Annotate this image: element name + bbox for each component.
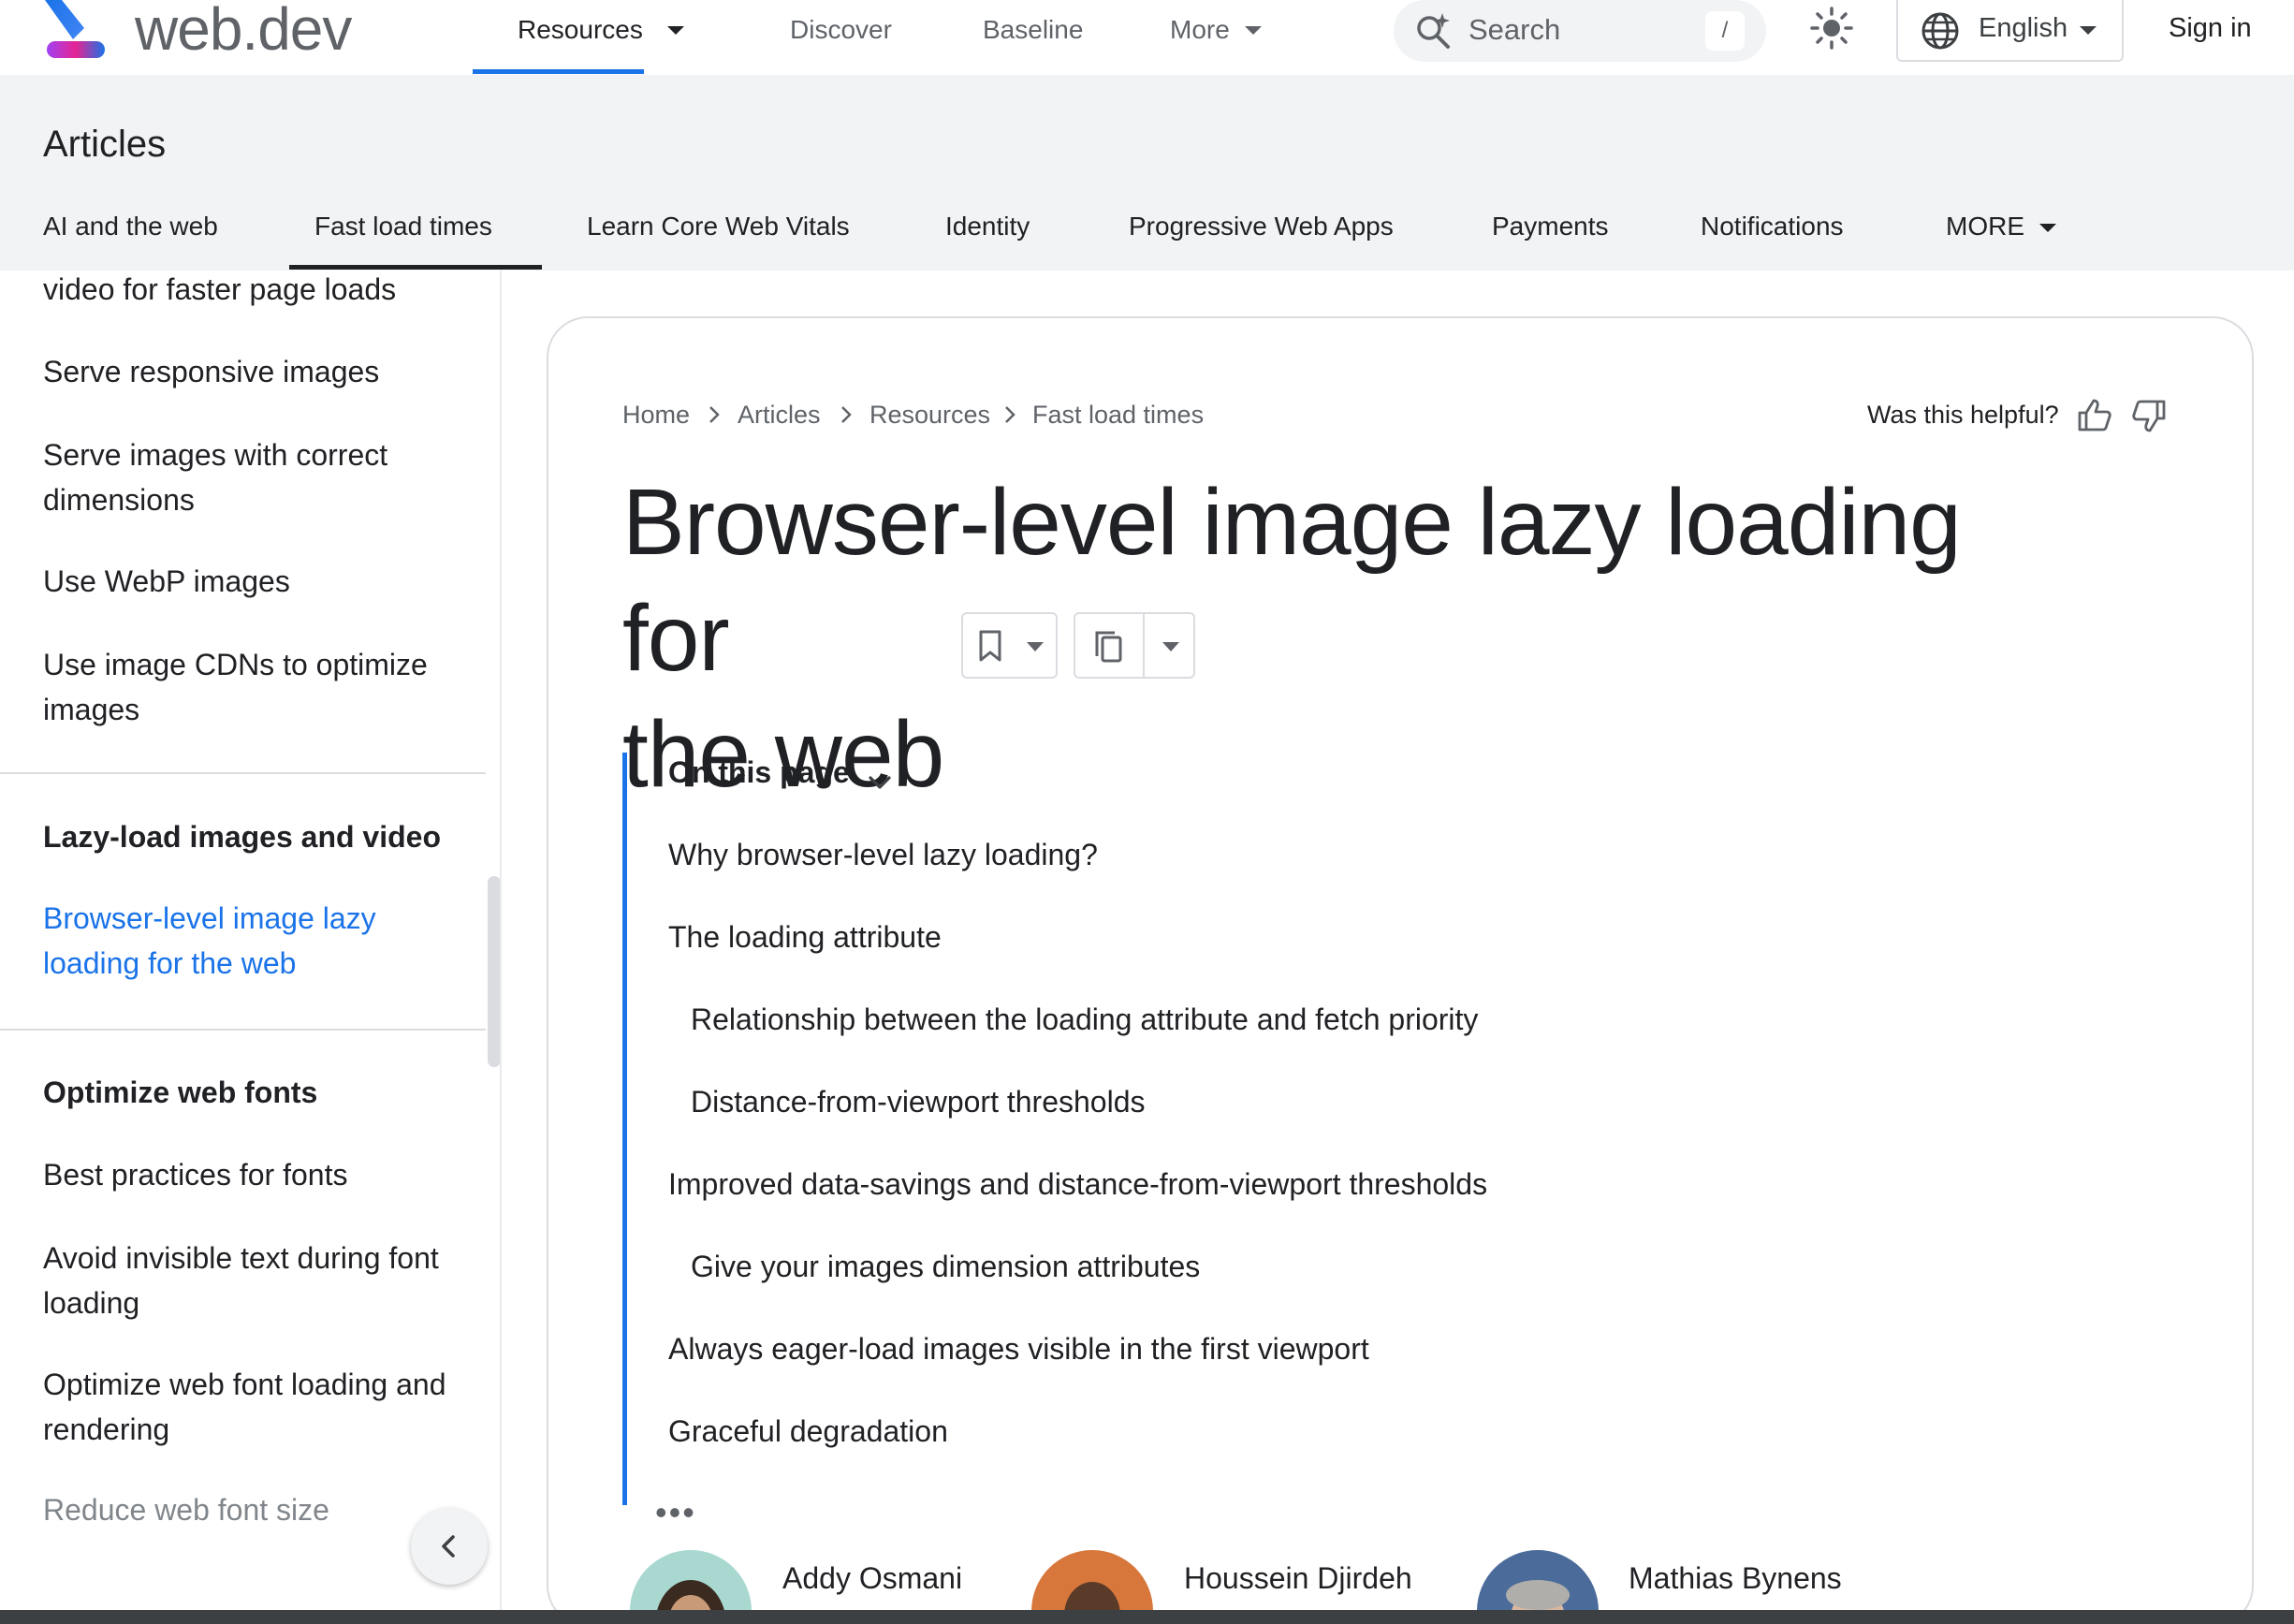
sidebar-item-image-cdns[interactable]: Use image CDNs to optimize images xyxy=(43,642,474,732)
top-header: web.dev Resources Discover Baseline More… xyxy=(0,0,2294,75)
toc-item-graceful-degradation[interactable]: Graceful degradation xyxy=(668,1414,948,1449)
sun-icon[interactable] xyxy=(1809,6,1854,51)
sidebar-item-font-loading[interactable]: Optimize web font loading and rendering xyxy=(43,1362,474,1452)
sidebar-item-webp-images[interactable]: Use WebP images xyxy=(43,559,474,604)
tab-ai-and-the-web[interactable]: AI and the web xyxy=(43,212,218,262)
section-title[interactable]: Articles xyxy=(43,124,166,166)
sidebar-scrollbar[interactable] xyxy=(488,876,500,1067)
tab-active-indicator xyxy=(289,265,542,270)
window-bottom-edge xyxy=(0,1610,2294,1624)
nav-more[interactable]: More xyxy=(1170,0,1262,60)
author-name-addy[interactable]: Addy Osmani xyxy=(782,1561,962,1596)
sidebar-item-browser-lazy-loading[interactable]: Browser-level image lazy loading for the… xyxy=(43,896,474,986)
breadcrumb-home[interactable]: Home xyxy=(622,401,690,430)
caret-down-icon[interactable] xyxy=(1162,642,1179,651)
tab-identity[interactable]: Identity xyxy=(945,212,1030,262)
language-selector[interactable]: English xyxy=(1896,0,2124,62)
search-bar[interactable]: Search / xyxy=(1394,0,1766,62)
site-logo[interactable] xyxy=(41,0,107,60)
sign-in-link[interactable]: Sign in xyxy=(2169,13,2252,44)
collapse-sidebar-button[interactable] xyxy=(411,1508,488,1585)
toc-item-data-savings[interactable]: Improved data-savings and distance-from-… xyxy=(668,1167,1487,1202)
nav-active-indicator xyxy=(473,69,644,74)
sidebar-divider xyxy=(0,1029,486,1031)
author-name-mathias[interactable]: Mathias Bynens xyxy=(1629,1561,1842,1596)
helpful-question: Was this helpful? xyxy=(1867,401,2059,429)
chevron-left-icon xyxy=(442,1535,455,1558)
sidebar-item-font-best-practices[interactable]: Best practices for fonts xyxy=(43,1152,474,1197)
chevron-right-icon xyxy=(1005,406,1015,423)
chevron-right-icon xyxy=(709,406,720,423)
thumb-down-icon[interactable] xyxy=(2130,397,2168,434)
copy-button[interactable] xyxy=(1074,612,1195,679)
section-header: Articles AI and the web Fast load times … xyxy=(0,75,2294,271)
tab-more[interactable]: MORE xyxy=(1946,212,2056,262)
bookmark-button[interactable] xyxy=(961,612,1058,679)
toc-accent-bar xyxy=(622,753,627,1505)
language-label: English xyxy=(1979,13,2068,43)
toc-item-dimension-attributes[interactable]: Give your images dimension attributes xyxy=(691,1250,1200,1284)
sidebar-divider xyxy=(0,772,486,774)
chevron-down-icon xyxy=(2039,224,2056,233)
nav-resources-label: Resources xyxy=(518,15,643,44)
tab-progressive-web-apps[interactable]: Progressive Web Apps xyxy=(1129,212,1394,262)
toc-more-icon[interactable]: ••• xyxy=(655,1493,696,1532)
sidebar-heading-lazy-load[interactable]: Lazy-load images and video xyxy=(43,814,483,859)
author-name-houssein[interactable]: Houssein Djirdeh xyxy=(1184,1561,1412,1596)
nav-discover[interactable]: Discover xyxy=(790,0,892,60)
nav-resources[interactable]: Resources xyxy=(518,0,684,60)
web-dev-logo-icon xyxy=(45,0,105,58)
caret-down-icon xyxy=(1027,642,1044,651)
toc-item-distance-thresholds[interactable]: Distance-from-viewport thresholds xyxy=(691,1085,1146,1119)
chevron-right-icon xyxy=(841,406,852,423)
sidebar-heading-web-fonts[interactable]: Optimize web fonts xyxy=(43,1070,483,1115)
toc-item-why-lazy-loading[interactable]: Why browser-level lazy loading? xyxy=(668,838,1098,872)
toc-item-eager-load[interactable]: Always eager-load images visible in the … xyxy=(668,1332,1369,1367)
chevron-down-icon xyxy=(1244,25,1262,35)
toc-heading[interactable]: On this page xyxy=(668,755,850,790)
tab-notifications[interactable]: Notifications xyxy=(1701,212,1844,262)
sidebar-item-video-faster-loads[interactable]: video for faster page loads xyxy=(43,271,474,312)
nav-baseline[interactable]: Baseline xyxy=(983,0,1083,60)
breadcrumb-articles[interactable]: Articles xyxy=(738,401,821,430)
breadcrumb-resources[interactable]: Resources xyxy=(869,401,990,430)
search-placeholder: Search xyxy=(1468,13,1561,46)
copy-icon xyxy=(1095,631,1122,663)
chevron-down-icon xyxy=(2080,26,2097,35)
breadcrumb-fast-load-times[interactable]: Fast load times xyxy=(1032,401,1204,430)
search-shortcut-key: / xyxy=(1705,11,1745,51)
tab-learn-core-web-vitals[interactable]: Learn Core Web Vitals xyxy=(587,212,850,262)
tab-fast-load-times[interactable]: Fast load times xyxy=(314,212,492,262)
chevron-down-icon xyxy=(666,25,684,35)
thumb-up-icon[interactable] xyxy=(2076,397,2113,434)
sidebar-item-font-size[interactable]: Reduce web font size xyxy=(43,1487,474,1532)
left-sidebar: video for faster page loads Serve respon… xyxy=(0,271,502,1610)
sidebar-item-responsive-images[interactable]: Serve responsive images xyxy=(43,349,474,394)
page-title-line-2: the web xyxy=(622,702,944,807)
sidebar-item-correct-dimensions[interactable]: Serve images with correct dimensions xyxy=(43,432,474,522)
toc-item-fetch-priority[interactable]: Relationship between the loading attribu… xyxy=(691,1002,1478,1037)
bookmark-icon xyxy=(979,630,1001,662)
nav-more-label: More xyxy=(1170,15,1230,44)
chevron-down-icon[interactable] xyxy=(865,768,895,797)
page-title-line-1: Browser-level image lazy loading for xyxy=(622,470,1962,691)
globe-icon xyxy=(1921,12,1959,50)
sidebar-item-invisible-text[interactable]: Avoid invisible text during font loading xyxy=(43,1236,474,1325)
toc-item-loading-attribute[interactable]: The loading attribute xyxy=(668,920,942,955)
search-spark-icon xyxy=(1417,13,1450,49)
tab-more-label: MORE xyxy=(1946,212,2024,241)
tab-payments[interactable]: Payments xyxy=(1492,212,1609,262)
site-name[interactable]: web.dev xyxy=(135,0,352,64)
button-divider xyxy=(1143,614,1145,677)
